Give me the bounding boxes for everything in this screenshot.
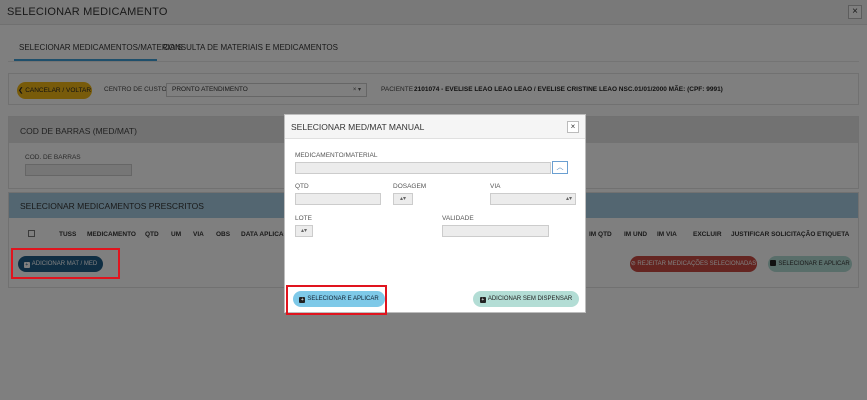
via-select-arrows-icon: ▴▾ <box>565 196 572 202</box>
qtd-label: QTD <box>295 183 309 190</box>
modal-header: SELECIONAR MED/MAT MANUAL × <box>285 115 585 139</box>
validade-input[interactable] <box>442 225 549 237</box>
modal-title: SELECIONAR MED/MAT MANUAL <box>291 122 425 132</box>
add-without-dispense-label: ADICIONAR SEM DISPENSAR <box>487 296 573 302</box>
expand-up-icon[interactable]: ︿ <box>552 161 568 174</box>
add-without-dispense-button[interactable]: + ADICIONAR SEM DISPENSAR <box>473 291 579 307</box>
medicamento-label: MEDICAMENTO/MATERIAL <box>295 152 378 159</box>
manual-medication-modal: SELECIONAR MED/MAT MANUAL × MEDICAMENTO/… <box>284 114 586 313</box>
plus-icon: + <box>479 297 486 303</box>
via-label: VIA <box>490 183 501 190</box>
lote-label: LOTE <box>295 215 312 222</box>
dosagem-select[interactable]: ▴▾ <box>393 193 413 205</box>
dosagem-label: DOSAGEM <box>393 183 427 190</box>
via-select[interactable]: ▴▾ <box>490 193 576 205</box>
modal-close-button[interactable]: × <box>567 121 579 133</box>
highlight-add-button <box>11 248 120 279</box>
qtd-input[interactable] <box>295 193 381 205</box>
medicamento-input[interactable] <box>295 162 551 174</box>
highlight-modal-select-button <box>286 285 387 315</box>
validade-label: VALIDADE <box>442 215 474 222</box>
lote-select[interactable]: ▴▾ <box>295 225 313 237</box>
